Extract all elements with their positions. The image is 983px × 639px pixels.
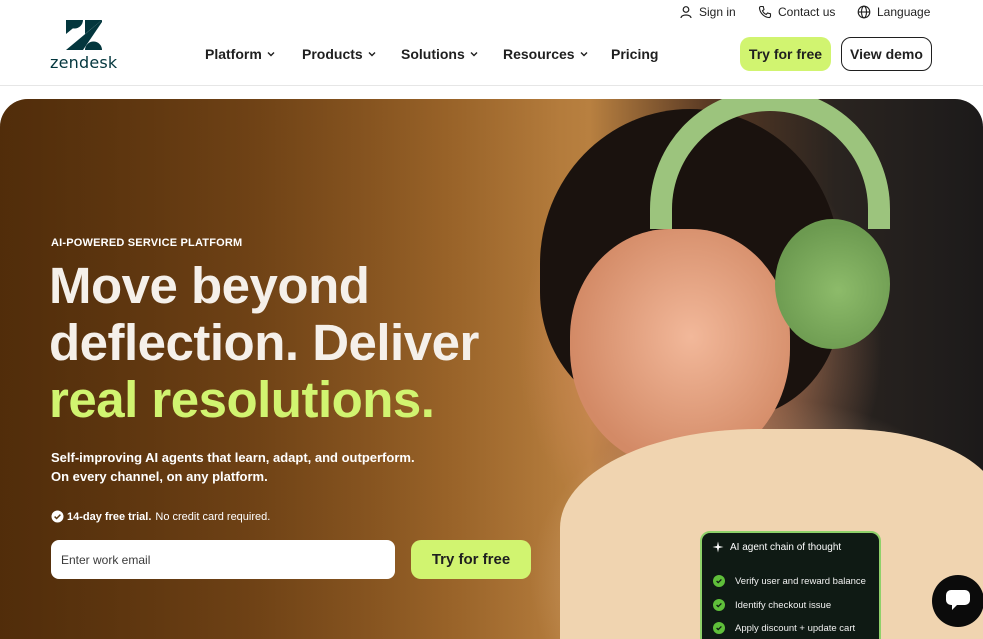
sign-in-label: Sign in (699, 5, 736, 19)
site-header: zendesk Sign in Contact us Language Plat… (0, 0, 983, 86)
phone-icon (758, 5, 772, 19)
contact-us-label: Contact us (778, 5, 836, 19)
nav-item-label: Resources (503, 46, 575, 62)
check-circle-icon (51, 510, 64, 523)
check-icon (713, 622, 725, 634)
view-demo-button[interactable]: View demo (841, 37, 932, 71)
logo-wordmark: zendesk (50, 53, 118, 72)
contact-us-link[interactable]: Contact us (758, 3, 835, 21)
person-icon (680, 6, 692, 19)
check-icon (713, 599, 725, 611)
headline-line-1: Move beyond (49, 257, 370, 314)
sparkle-icon (712, 541, 724, 553)
zendesk-logo-mark-icon (66, 20, 102, 50)
work-email-input[interactable] (51, 540, 395, 579)
hero-try-free-button[interactable]: Try for free (411, 540, 531, 579)
nav-item-label: Pricing (611, 46, 659, 62)
header-try-free-button[interactable]: Try for free (740, 37, 831, 71)
language-label: Language (877, 5, 931, 19)
hero-subheading: Self-improving AI agents that learn, ada… (51, 448, 431, 486)
headline-line-2: deflection. Deliver (49, 314, 479, 371)
hero-eyebrow: AI-POWERED SERVICE PLATFORM (51, 237, 243, 249)
hero-section: AI-POWERED SERVICE PLATFORM Move beyond … (0, 99, 983, 639)
subheading-line-1: Self-improving AI agents that learn, ada… (51, 450, 415, 465)
chat-icon (946, 590, 970, 610)
nav-item-solutions[interactable]: Solutions (401, 44, 479, 64)
nav-item-products[interactable]: Products (302, 44, 377, 64)
ai-card-item-text: Identify checkout issue (735, 599, 832, 611)
nav-item-label: Platform (205, 46, 262, 62)
trial-bold-text: 14-day free trial. (67, 510, 152, 523)
sign-in-link[interactable]: Sign in (679, 3, 736, 21)
hero-headline: Move beyond deflection. Deliver real res… (49, 257, 569, 428)
headline-accent: real resolutions. (49, 371, 435, 428)
nav-item-label: Products (302, 46, 363, 62)
ai-card-item: Identify checkout issue (713, 599, 831, 611)
trial-rest-text: No credit card required. (155, 510, 271, 523)
ai-card-item: Apply discount + update cart (713, 622, 855, 634)
ai-card-title-text: AI agent chain of thought (730, 541, 842, 553)
chevron-down-icon (267, 52, 275, 57)
language-selector[interactable]: Language (857, 3, 930, 21)
nav-item-platform[interactable]: Platform (205, 44, 276, 64)
chevron-down-icon (470, 52, 478, 57)
trial-note: 14-day free trial. No credit card requir… (51, 510, 270, 523)
ai-card-item-text: Verify user and reward balance (735, 575, 866, 587)
ai-chain-of-thought-card: AI agent chain of thought Verify user an… (700, 531, 881, 639)
globe-icon (857, 5, 871, 19)
nav-item-label: Solutions (401, 46, 465, 62)
zendesk-logo[interactable]: zendesk (50, 20, 120, 72)
chevron-down-icon (368, 52, 376, 57)
ai-card-title: AI agent chain of thought (712, 541, 841, 553)
chevron-down-icon (580, 52, 588, 57)
ai-card-item: Verify user and reward balance (713, 575, 866, 587)
chat-launcher-button[interactable] (932, 575, 983, 627)
nav-item-pricing[interactable]: Pricing (611, 44, 658, 64)
nav-item-resources[interactable]: Resources (503, 44, 589, 64)
check-icon (713, 575, 725, 587)
subheading-line-2: On every channel, on any platform. (51, 469, 268, 484)
headphones-earcup (775, 219, 890, 349)
